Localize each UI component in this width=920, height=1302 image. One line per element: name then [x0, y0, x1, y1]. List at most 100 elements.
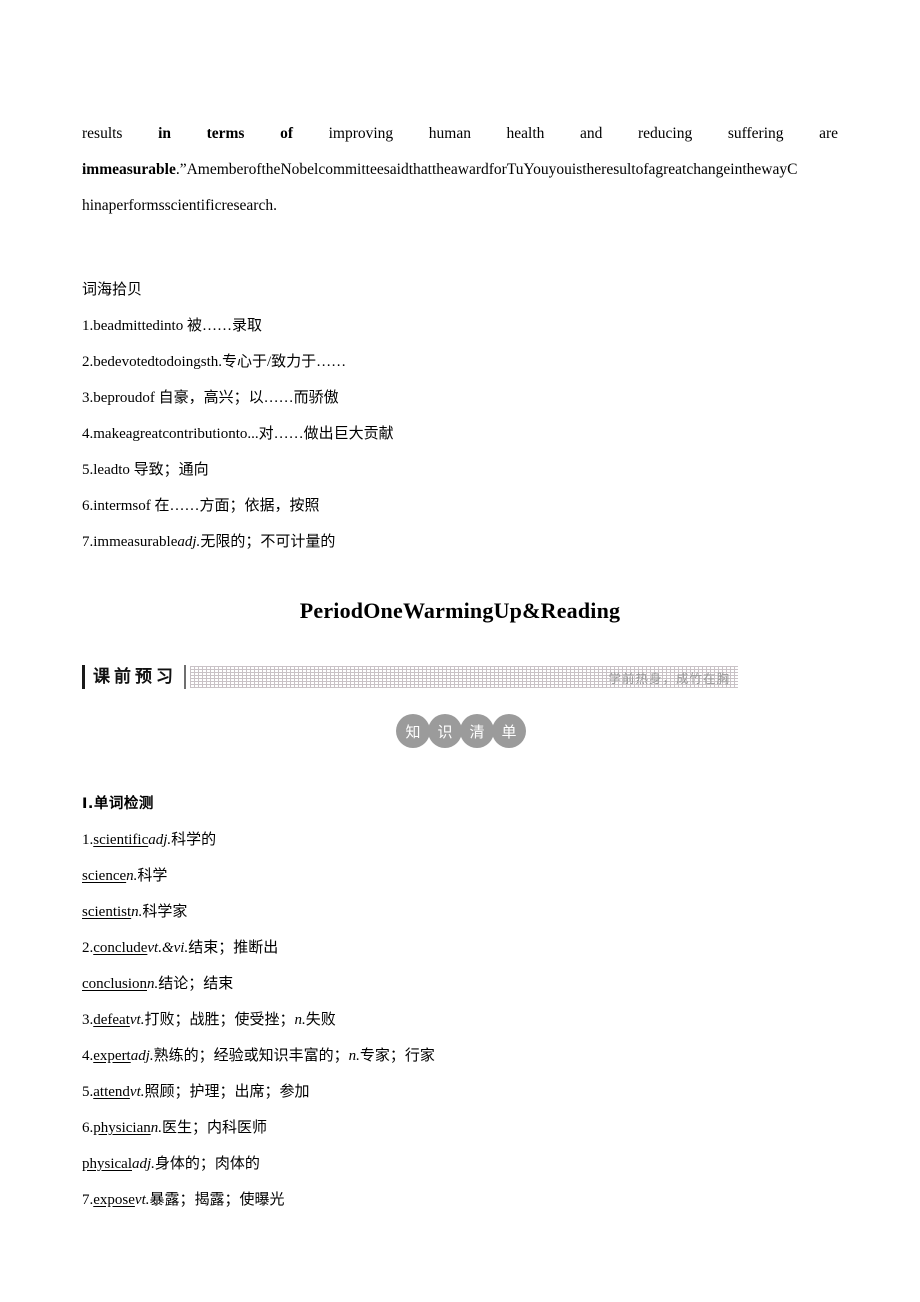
- item-gloss: 专心于/致力于……: [221, 354, 347, 370]
- item-pos: adj.: [177, 534, 201, 550]
- entry-gloss: 科学家: [142, 904, 188, 920]
- paragraph-line-1: results in terms of improving human heal…: [82, 116, 838, 152]
- list-item: 3.defeatvt.打败；战胜；使受挫；n.失败: [82, 1002, 838, 1038]
- list-item: conclusionn.结论；结束: [82, 966, 838, 1002]
- list-item: 3.beproudof 自豪，高兴；以……而骄傲: [82, 380, 838, 416]
- entry-word: scientific: [93, 832, 149, 848]
- entry-word: conclude: [93, 940, 148, 956]
- list-item: 2.bedevotedtodoingsth.专心于/致力于……: [82, 344, 838, 380]
- entry-pos: adj.: [132, 1156, 155, 1172]
- word-human: human: [428, 125, 471, 142]
- item-number: 7.: [82, 534, 94, 550]
- entry-pos: n.: [150, 1120, 162, 1136]
- entry-pos: vt.&vi.: [147, 940, 189, 956]
- entry-word: defeat: [93, 1012, 130, 1028]
- entry-gloss: 身体的；肉体的: [154, 1156, 260, 1172]
- badge-circle-2: 识: [428, 714, 462, 748]
- item-gloss: 无限的；不可计量的: [200, 534, 336, 550]
- word-and: and: [580, 125, 603, 142]
- item-number: 5.: [82, 462, 94, 478]
- page-title: PeriodOneWarmingUp&Reading: [299, 598, 621, 623]
- list-item: 2.concludevt.&vi.结束；推断出: [82, 930, 838, 966]
- list-item: 1.beadmittedinto 被……录取: [82, 308, 838, 344]
- entry-gloss: 熟练的；经验或知识丰富的；: [153, 1048, 349, 1064]
- list-item: sciencen.科学: [82, 858, 838, 894]
- entry-number: 6.: [82, 1120, 94, 1136]
- entry-gloss: 结束；推断出: [188, 940, 279, 956]
- page-content: results in terms of improving human heal…: [82, 0, 838, 1218]
- item-phrase: beproudof: [93, 390, 155, 406]
- paragraph-line-2: immeasurable.”AmemberoftheNobelcommittee…: [82, 152, 838, 188]
- entry-number: 4.: [82, 1048, 94, 1064]
- item-gloss: 导致；通向: [129, 462, 209, 478]
- list-item: 1.scientificadj.科学的: [82, 822, 838, 858]
- list-item: physicaladj.身体的；肉体的: [82, 1146, 838, 1182]
- banner-texture-bar: 学前热身，成竹在胸: [190, 666, 738, 688]
- banner-label: 课前预习: [93, 667, 177, 687]
- badge-circle-1: 知: [396, 714, 430, 748]
- item-number: 2.: [82, 354, 94, 370]
- item-phrase: makeagreatcontributionto...: [93, 426, 259, 442]
- entry-pos: vt.: [129, 1012, 145, 1028]
- entry-pos: vt.: [129, 1084, 145, 1100]
- item-phrase: beadmittedinto: [93, 318, 184, 334]
- vocabulary-collection-section: 词海拾贝 1.beadmittedinto 被……录取 2.bedevotedt…: [82, 272, 838, 560]
- entry-pos: n.: [131, 904, 143, 920]
- entry-gloss: 科学的: [171, 832, 217, 848]
- reading-paragraph: results in terms of improving human heal…: [82, 116, 838, 224]
- entry-word: scientist: [82, 904, 132, 920]
- badge-circle-3: 清: [460, 714, 494, 748]
- item-gloss: 自豪，高兴；以……而骄傲: [154, 390, 339, 406]
- entry-pos: vt.: [134, 1192, 150, 1208]
- word-health: health: [506, 125, 545, 142]
- item-gloss: 对……做出巨大贡献: [258, 426, 394, 442]
- entry-gloss: 结论；结束: [158, 976, 234, 992]
- paragraph-line-2-rest: .”AmemberoftheNobelcommitteesaidthatthea…: [175, 161, 798, 178]
- list-item: 4.expertadj.熟练的；经验或知识丰富的；n.专家；行家: [82, 1038, 838, 1074]
- entry-word: science: [82, 868, 127, 884]
- list-item: 6.physiciann.医生；内科医师: [82, 1110, 838, 1146]
- entry-word: attend: [93, 1084, 130, 1100]
- entry-number: 5.: [82, 1084, 94, 1100]
- item-number: 1.: [82, 318, 94, 334]
- knowledge-list-badge: 知 识 清 单: [82, 714, 838, 748]
- entry-word: physician: [93, 1120, 151, 1136]
- section-banner: 课前预习 学前热身，成竹在胸: [82, 662, 838, 692]
- entry-pos-2: n.: [294, 1012, 306, 1028]
- entry-pos: n.: [126, 868, 138, 884]
- word-terms: terms: [206, 125, 245, 142]
- list-item: 6.intermsof 在……方面；依据，按照: [82, 488, 838, 524]
- badge-circle-4: 单: [492, 714, 526, 748]
- entry-pos-2: n.: [348, 1048, 360, 1064]
- entry-word: physical: [82, 1156, 132, 1172]
- document-page: results in terms of improving human heal…: [0, 0, 920, 1302]
- item-phrase: intermsof: [93, 498, 151, 514]
- entry-number: 2.: [82, 940, 94, 956]
- word-improving: improving: [328, 125, 394, 142]
- item-phrase: bedevotedtodoingsth.: [93, 354, 222, 370]
- item-number: 4.: [82, 426, 94, 442]
- word-check-section: Ⅰ.单词检测 1.scientificadj.科学的 sciencen.科学 s…: [82, 786, 838, 1218]
- list-item: 7.exposevt.暴露；揭露；使曝光: [82, 1182, 838, 1218]
- entry-gloss: 科学: [137, 868, 168, 884]
- entry-pos: n.: [147, 976, 159, 992]
- word-suffering: suffering: [727, 125, 784, 142]
- word-are: are: [819, 125, 839, 142]
- item-phrase: leadto: [93, 462, 130, 478]
- entry-number: 7.: [82, 1192, 94, 1208]
- list-item: 5.attendvt.照顾；护理；出席；参加: [82, 1074, 838, 1110]
- item-phrase: immeasurable: [93, 534, 178, 550]
- paragraph-line-3: hinaperformsscientificresearch.: [82, 197, 277, 214]
- entry-gloss-2: 专家；行家: [359, 1048, 435, 1064]
- item-number: 6.: [82, 498, 94, 514]
- entry-word: conclusion: [82, 976, 147, 992]
- word-check-heading: Ⅰ.单词检测: [82, 796, 154, 812]
- word-reducing: reducing: [638, 125, 693, 142]
- list-item: 4.makeagreatcontributionto...对……做出巨大贡献: [82, 416, 838, 452]
- list-item: 5.leadto 导致；通向: [82, 452, 838, 488]
- entry-gloss-2: 失败: [305, 1012, 336, 1028]
- entry-pos: adj.: [148, 832, 172, 848]
- word-results: results: [82, 125, 123, 142]
- item-gloss: 被……录取: [183, 318, 262, 334]
- banner-motto: 学前热身，成竹在胸: [608, 670, 730, 686]
